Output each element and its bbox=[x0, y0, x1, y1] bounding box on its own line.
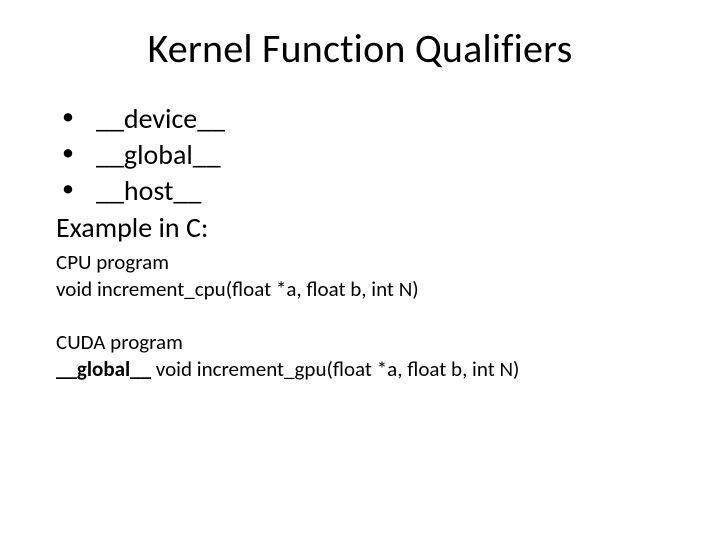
spacer bbox=[48, 303, 672, 329]
cpu-heading: CPU program bbox=[56, 249, 672, 276]
cuda-qualifier: __global__ bbox=[56, 356, 151, 382]
slide: Kernel Function Qualifiers __device__ __… bbox=[0, 0, 720, 540]
example-label: Example in C: bbox=[56, 210, 672, 245]
cuda-code-rest: void increment_gpu(float *a, float b, in… bbox=[151, 356, 519, 382]
qualifier-list: __device__ __global__ __host__ bbox=[48, 101, 672, 208]
cpu-code: void increment_cpu(float *a, float b, in… bbox=[56, 276, 672, 303]
list-item: __host__ bbox=[56, 173, 672, 209]
cuda-block: CUDA program __global__ void increment_g… bbox=[56, 329, 672, 383]
list-item: __device__ bbox=[56, 101, 672, 137]
cuda-code: __global__ void increment_gpu(float *a, … bbox=[56, 356, 672, 383]
cuda-heading: CUDA program bbox=[56, 329, 672, 356]
list-item: __global__ bbox=[56, 137, 672, 173]
cpu-block: CPU program void increment_cpu(float *a,… bbox=[56, 249, 672, 303]
slide-title: Kernel Function Qualifiers bbox=[48, 24, 672, 73]
